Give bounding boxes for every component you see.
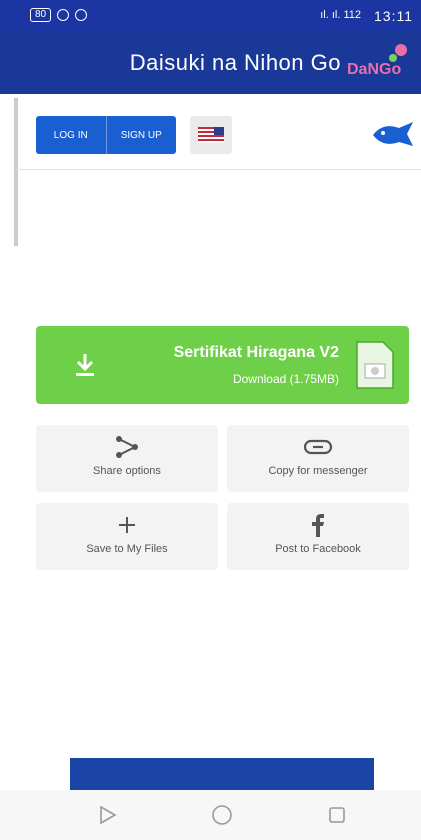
status-left-icons: 80 bbox=[30, 8, 88, 22]
scrollbar[interactable] bbox=[14, 170, 18, 246]
app-header: Daisuki na Nihon Go DaNGo bbox=[0, 32, 421, 94]
recents-icon[interactable] bbox=[325, 804, 349, 826]
share-icon bbox=[36, 435, 218, 459]
download-card[interactable]: Sertifikat Hiragana V2 Download (1.75MB) bbox=[36, 326, 409, 404]
language-selector-button[interactable] bbox=[190, 116, 232, 154]
post-facebook-button[interactable]: Post to Facebook bbox=[227, 503, 409, 570]
data-saver-icon bbox=[75, 9, 88, 21]
back-icon[interactable] bbox=[96, 804, 120, 826]
app-title: Daisuki na Nihon Go bbox=[129, 50, 341, 75]
system-nav-bar bbox=[0, 790, 421, 840]
battery-icon: 80 bbox=[30, 8, 52, 22]
signal-icons: ıl. ıl. 112 bbox=[320, 9, 361, 21]
home-icon[interactable] bbox=[210, 804, 234, 826]
share-options-label: Share options bbox=[93, 465, 161, 477]
auth-button-group: LOG IN SIGN UP bbox=[36, 116, 176, 154]
share-options-button[interactable]: Share options bbox=[36, 425, 218, 492]
alarm-icon bbox=[57, 9, 70, 21]
status-bar: 80 ıl. ıl. 112 13:11 bbox=[0, 0, 421, 32]
download-icon bbox=[76, 354, 94, 376]
link-icon bbox=[227, 435, 409, 459]
app-logo-icon[interactable]: DaNGo bbox=[343, 38, 415, 90]
save-files-button[interactable]: Save to My Files bbox=[36, 503, 218, 570]
site-logo-icon[interactable] bbox=[369, 120, 419, 150]
post-facebook-label: Post to Facebook bbox=[275, 543, 361, 555]
signup-button[interactable]: SIGN UP bbox=[105, 116, 177, 154]
copy-messenger-button[interactable]: Copy for messenger bbox=[227, 425, 409, 492]
app-logo-text: DaNGo bbox=[347, 61, 401, 78]
plus-icon bbox=[36, 513, 218, 537]
status-time: 13:11 bbox=[374, 8, 413, 24]
save-files-label: Save to My Files bbox=[86, 543, 168, 555]
facebook-icon bbox=[227, 513, 409, 537]
file-image-icon bbox=[356, 341, 394, 389]
download-title: Sertifikat Hiragana V2 bbox=[173, 344, 339, 361]
bottom-banner bbox=[70, 758, 374, 790]
site-navbar: LOG IN SIGN UP bbox=[14, 98, 421, 170]
login-button[interactable]: LOG IN bbox=[36, 116, 106, 154]
us-flag-icon bbox=[198, 127, 224, 143]
download-size: Download (1.75MB) bbox=[232, 372, 339, 386]
copy-messenger-label: Copy for messenger bbox=[268, 465, 368, 477]
